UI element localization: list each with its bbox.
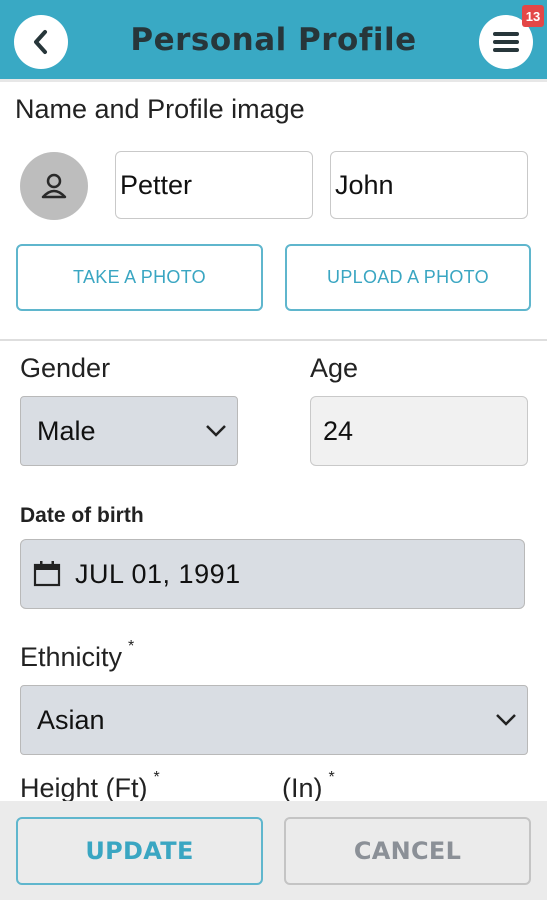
age-label: Age <box>310 353 359 383</box>
required-mark: * <box>128 638 135 655</box>
section-title: Name and Profile image <box>15 94 305 124</box>
page-title: Personal Profile <box>130 22 417 58</box>
chevron-down-icon <box>496 714 516 726</box>
cancel-button[interactable]: CANCEL <box>284 817 531 885</box>
first-name-field[interactable]: Petter <box>115 151 313 219</box>
required-mark: * <box>328 769 335 786</box>
notification-badge: 13 <box>522 5 544 27</box>
last-name-field[interactable]: John <box>330 151 528 219</box>
gender-value: Male <box>37 415 96 446</box>
required-mark: * <box>153 769 160 786</box>
ethnicity-label: Ethnicity * <box>20 638 134 673</box>
gender-label: Gender <box>20 353 111 383</box>
footer-bar: UPDATE CANCEL <box>0 801 547 900</box>
hamburger-menu-icon <box>493 32 519 52</box>
gender-select[interactable]: Male <box>20 396 238 466</box>
height-in-label: (In) * <box>282 769 335 804</box>
avatar[interactable] <box>20 152 88 220</box>
app-header: Personal Profile 13 <box>0 0 547 82</box>
ethnicity-value: Asian <box>37 704 105 735</box>
take-photo-button[interactable]: TAKE A PHOTO <box>16 244 263 311</box>
calendar-icon <box>33 561 61 587</box>
user-icon <box>41 173 67 199</box>
date-of-birth-field[interactable]: JUL 01, 1991 <box>20 539 525 609</box>
ethnicity-select[interactable]: Asian <box>20 685 528 755</box>
height-in-label-text: (In) <box>282 773 323 803</box>
chevron-down-icon <box>206 425 226 437</box>
upload-photo-button[interactable]: UPLOAD A PHOTO <box>285 244 531 311</box>
section-divider <box>0 339 547 341</box>
height-ft-label: Height (Ft) * <box>20 769 160 804</box>
ethnicity-label-text: Ethnicity <box>20 642 123 672</box>
height-ft-label-text: Height (Ft) <box>20 773 148 803</box>
update-button[interactable]: UPDATE <box>16 817 263 885</box>
dob-label: Date of birth <box>20 504 144 527</box>
dob-value: JUL 01, 1991 <box>75 558 241 589</box>
age-field[interactable]: 24 <box>310 396 528 466</box>
